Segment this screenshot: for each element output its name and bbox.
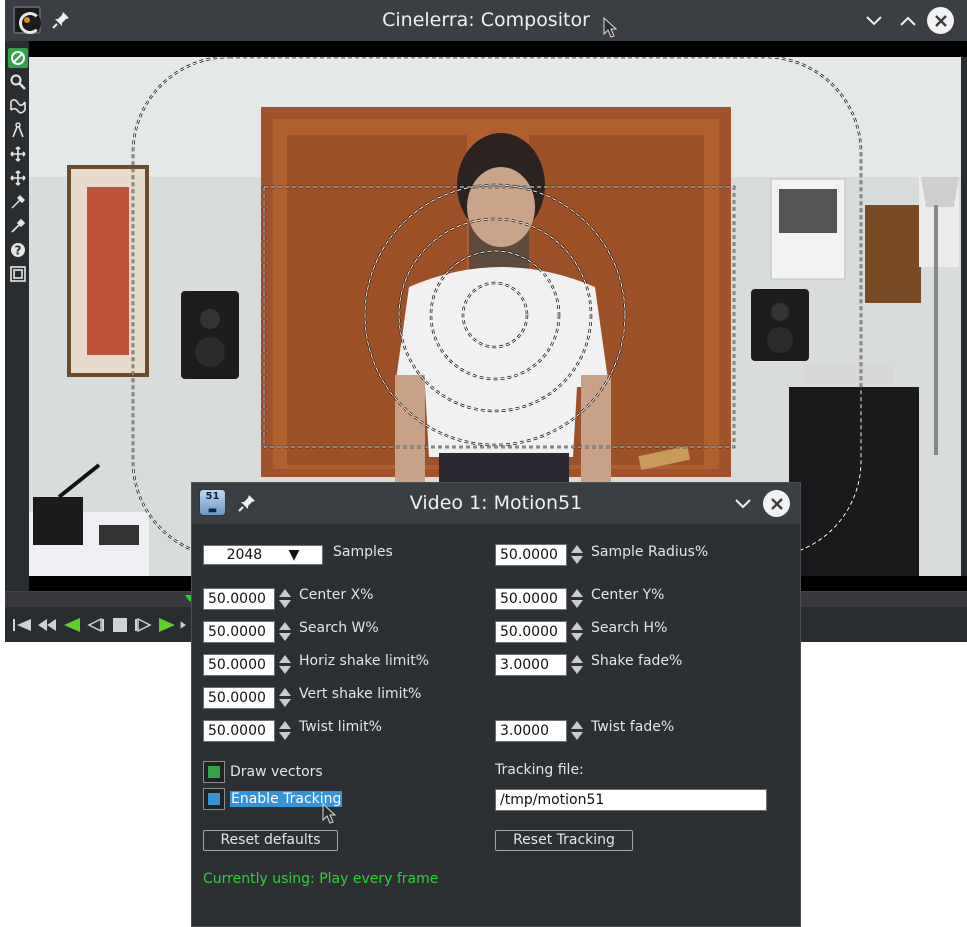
status-text: Currently using: Play every frame <box>203 871 439 887</box>
horiz-shake-input[interactable]: 50.0000 <box>203 654 275 676</box>
chevron-down-icon <box>734 498 751 508</box>
samples-label: Samples <box>333 544 393 560</box>
center-x-label: Center X% <box>299 587 374 603</box>
dialog-title: Video 1: Motion51 <box>409 492 583 514</box>
help-tool-button[interactable]: ? <box>8 240 28 260</box>
ruler-icon <box>12 122 24 138</box>
frame-forward-button[interactable] <box>132 616 154 634</box>
shake-fade-spinner[interactable] <box>570 654 584 676</box>
zoom-tool-button[interactable] <box>8 72 28 92</box>
horiz-shake-label: Horiz shake limit% <box>299 653 430 669</box>
center-x-input[interactable]: 50.0000 <box>203 588 275 610</box>
play-icon <box>159 618 175 632</box>
search-h-label: Search H% <box>591 620 668 636</box>
center-y-label: Center Y% <box>591 587 665 603</box>
draw-vectors-label: Draw vectors <box>230 764 323 780</box>
rewind-icon <box>13 619 31 631</box>
vert-shake-spinner[interactable] <box>278 687 292 709</box>
sample-radius-spinner[interactable] <box>570 544 584 566</box>
video-letterbox-top <box>29 41 967 57</box>
projector-tool-button[interactable] <box>8 168 28 188</box>
projector-icon <box>10 170 26 186</box>
fast-reverse-icon <box>38 619 56 631</box>
samples-dropdown[interactable]: 2048 ▼ <box>203 545 323 565</box>
frame-reverse-icon <box>87 618 104 632</box>
zoom-icon <box>10 74 26 90</box>
search-w-input[interactable]: 50.0000 <box>203 621 275 643</box>
center-y-spinner[interactable] <box>570 588 584 610</box>
protect-tool-button[interactable] <box>8 48 28 68</box>
mask-tool-button[interactable] <box>8 96 28 116</box>
tracking-file-input[interactable]: /tmp/motion51 <box>495 789 767 811</box>
minimize-button[interactable] <box>860 7 887 34</box>
dialog-titlebar[interactable]: 51 ▬ Video 1: Motion51 <box>192 483 800 524</box>
ruler-tool-button[interactable] <box>8 120 28 140</box>
search-h-spinner[interactable] <box>570 621 584 643</box>
twist-limit-spinner[interactable] <box>278 720 292 742</box>
crop-tool-button[interactable] <box>8 192 28 212</box>
sample-radius-label: Sample Radius% <box>591 544 709 560</box>
twist-fade-label: Twist fade% <box>591 719 675 735</box>
enable-tracking-checkbox[interactable] <box>203 788 225 810</box>
twist-limit-input[interactable]: 50.0000 <box>203 720 275 742</box>
mask-icon <box>10 99 26 114</box>
reverse-play-icon <box>64 618 80 632</box>
help-icon: ? <box>11 243 25 258</box>
center-y-input[interactable]: 50.0000 <box>495 588 567 610</box>
frame-reverse-button[interactable] <box>85 616 107 634</box>
crop-icon <box>11 195 25 209</box>
camera-icon <box>10 146 26 162</box>
reset-defaults-button[interactable]: Reset defaults <box>203 830 338 851</box>
eyedropper-icon <box>11 218 26 233</box>
safe-regions-tool-button[interactable] <box>8 264 28 284</box>
checkbox-checked-mark <box>208 766 220 778</box>
stop-button[interactable] <box>109 616 131 634</box>
protect-icon <box>11 51 25 65</box>
safe-regions-icon <box>10 266 26 282</box>
twist-limit-label: Twist limit% <box>299 719 382 735</box>
twist-fade-input[interactable]: 3.0000 <box>495 720 567 742</box>
compositor-titlebar[interactable]: Cinelerra: Compositor <box>5 0 967 41</box>
checkbox-checked-mark <box>208 793 220 805</box>
dialog-minimize-button[interactable] <box>729 490 756 517</box>
stop-icon <box>113 618 127 632</box>
reset-tracking-button[interactable]: Reset Tracking <box>495 830 633 851</box>
search-w-label: Search W% <box>299 620 379 636</box>
horiz-shake-spinner[interactable] <box>278 654 292 676</box>
rewind-button[interactable] <box>11 616 33 634</box>
search-w-spinner[interactable] <box>278 621 292 643</box>
twist-fade-spinner[interactable] <box>570 720 584 742</box>
samples-value: 2048 <box>226 547 263 563</box>
shake-fade-input[interactable]: 3.0000 <box>495 654 567 676</box>
eyedropper-tool-button[interactable] <box>8 216 28 236</box>
dialog-close-button[interactable] <box>763 490 790 517</box>
center-x-spinner[interactable] <box>278 588 292 610</box>
svg-text:?: ? <box>15 244 22 258</box>
close-icon <box>770 497 783 510</box>
sample-radius-input[interactable]: 50.0000 <box>495 544 567 566</box>
motion-dialog: 51 ▬ Video 1: Motion51 2048 ▼ Samples 50.… <box>191 482 801 927</box>
draw-vectors-checkbox[interactable] <box>203 761 225 783</box>
chevron-down-icon <box>865 15 882 25</box>
compositor-toolbar: ? <box>5 41 29 591</box>
dialog-body: 2048 ▼ Samples 50.0000 Sample Radius% 50… <box>192 524 800 926</box>
chevron-up-icon <box>899 16 916 26</box>
close-icon <box>934 14 947 27</box>
search-h-input[interactable]: 50.0000 <box>495 621 567 643</box>
play-button[interactable] <box>156 616 178 634</box>
fast-reverse-button[interactable] <box>36 616 58 634</box>
reverse-play-button[interactable] <box>61 616 83 634</box>
mouse-cursor-icon <box>322 803 337 824</box>
tracking-file-label: Tracking file: <box>495 762 584 778</box>
frame-forward-icon <box>135 618 152 632</box>
shake-fade-label: Shake fade% <box>591 653 683 669</box>
camera-tool-button[interactable] <box>8 144 28 164</box>
maximize-button[interactable] <box>894 7 921 34</box>
dropdown-arrow-icon: ▼ <box>288 547 300 563</box>
close-button[interactable] <box>927 7 954 34</box>
mouse-cursor-icon <box>603 17 618 38</box>
vert-shake-input[interactable]: 50.0000 <box>203 687 275 709</box>
vert-shake-label: Vert shake limit% <box>299 686 422 702</box>
window-title: Cinelerra: Compositor <box>382 9 590 31</box>
